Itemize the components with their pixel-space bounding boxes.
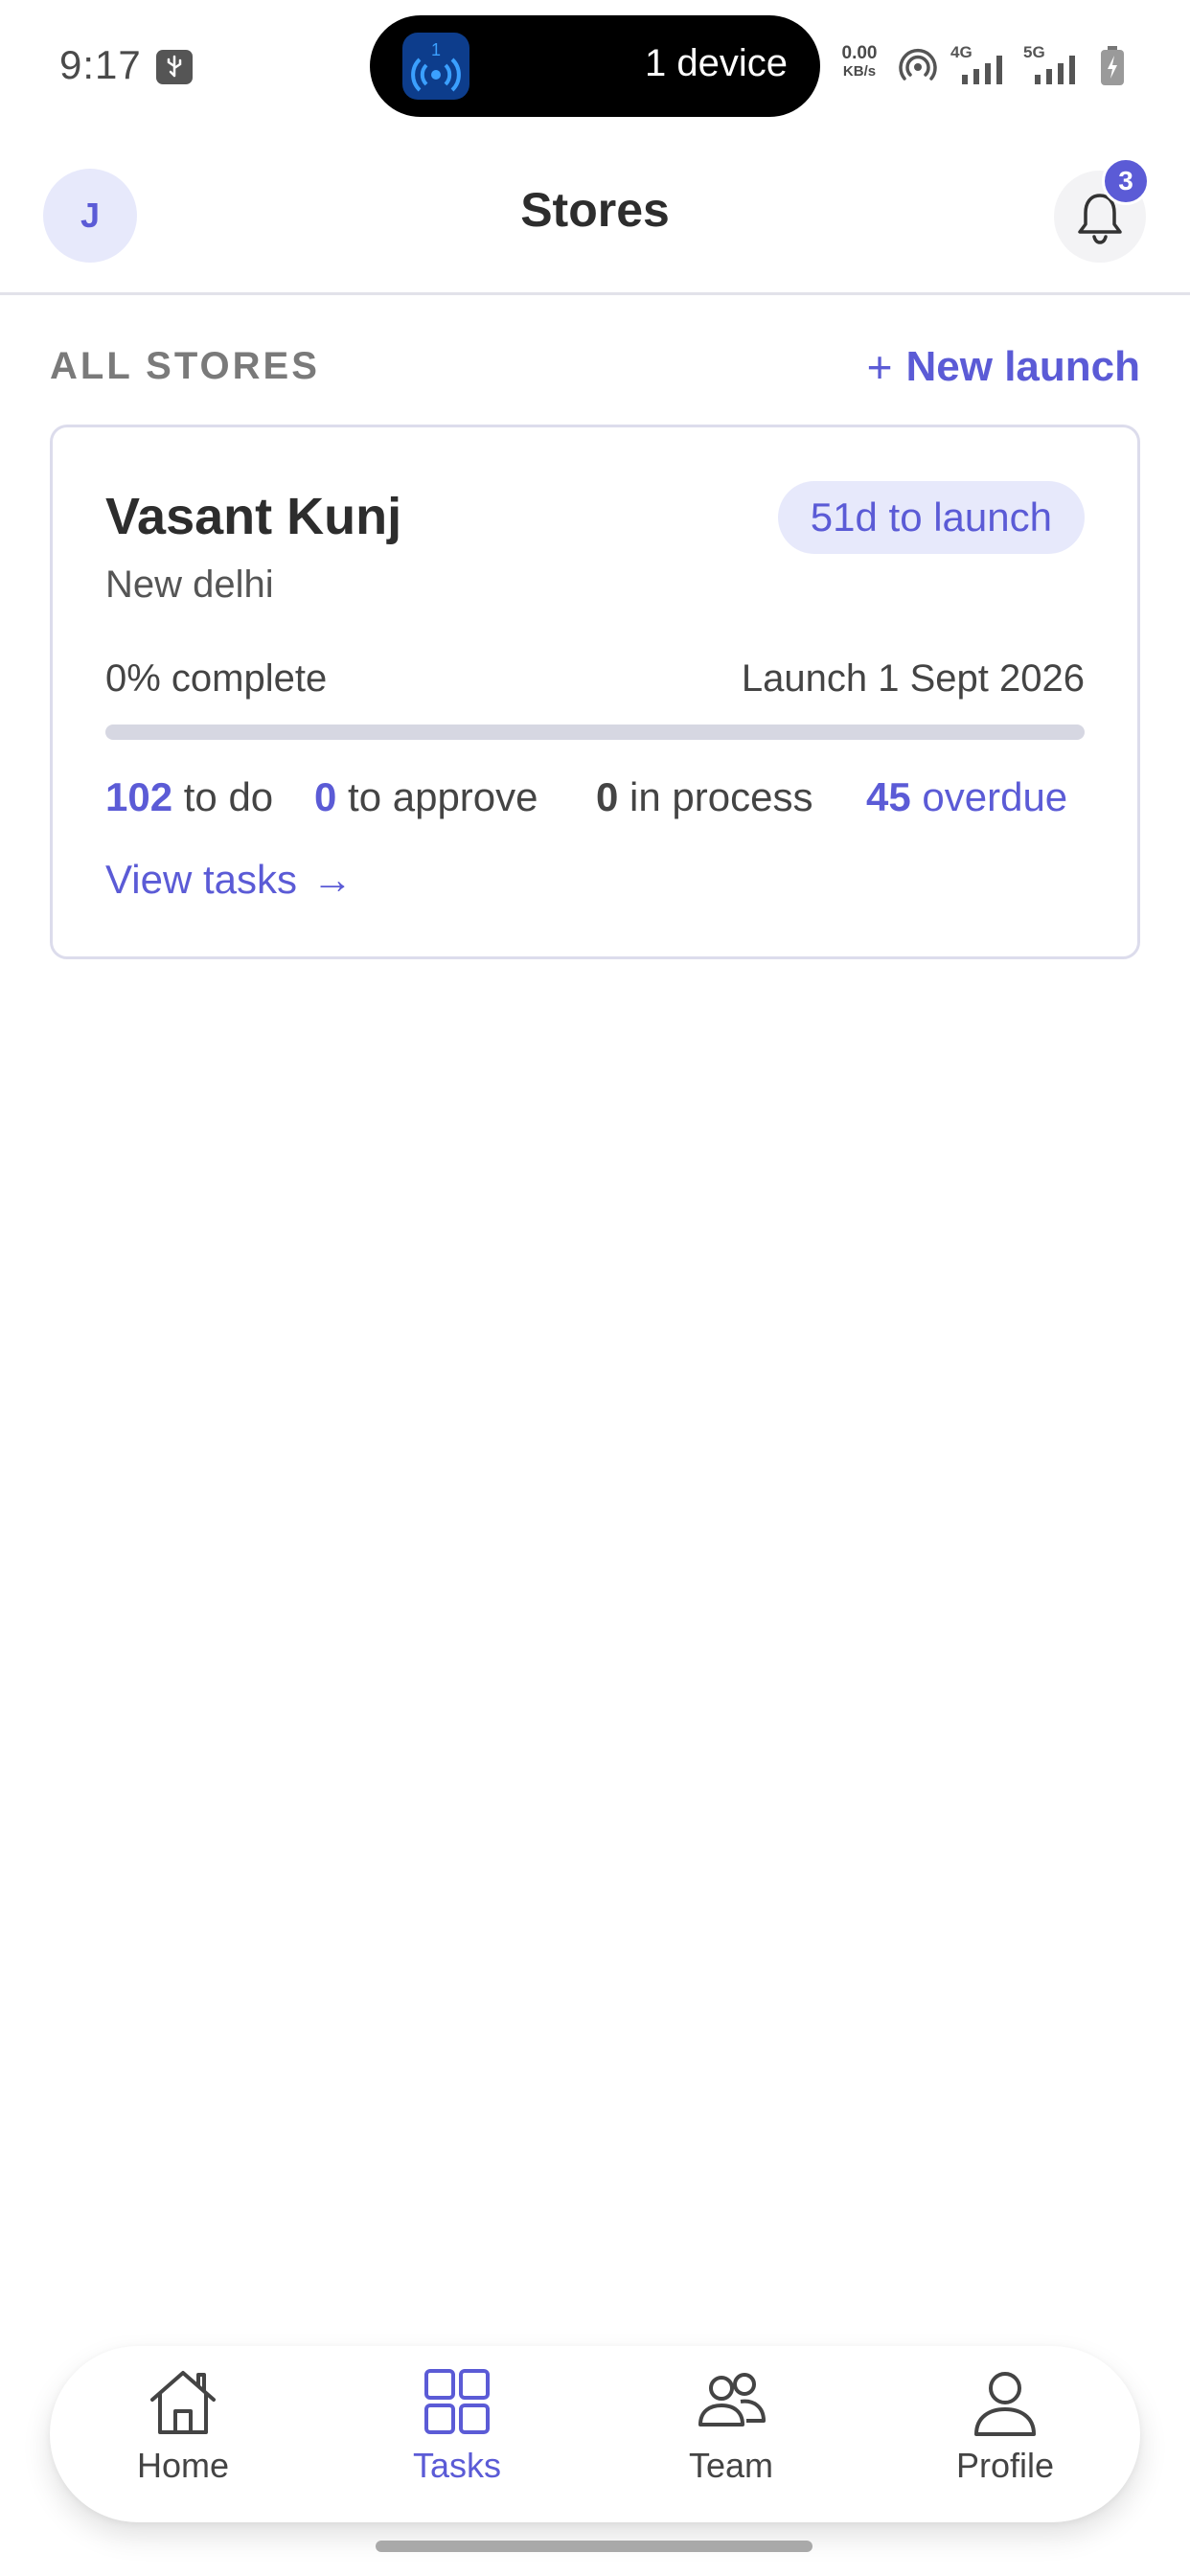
network-2-label: 5G	[1023, 43, 1045, 61]
page-title: Stores	[520, 183, 670, 237]
todo-label: to do	[183, 774, 274, 819]
launch-date: Launch 1 Sept 2026	[741, 657, 1085, 700]
new-launch-label: New launch	[905, 343, 1141, 390]
status-bar: 9:17 1 1 device 0.00 KB/s 4G 5G	[0, 0, 1190, 134]
plus-icon: +	[866, 342, 893, 392]
battery-icon	[1101, 46, 1124, 85]
nav-profile-label: Profile	[955, 2446, 1055, 2485]
usb-icon	[156, 50, 193, 84]
view-tasks-link[interactable]: View tasks →	[105, 857, 353, 903]
island-text: 1 device	[645, 42, 788, 84]
nav-home-label: Home	[136, 2446, 230, 2485]
status-icons: 0.00 KB/s 4G 5G	[835, 38, 1133, 96]
app-header: J Stores 3	[0, 153, 1190, 295]
dynamic-island[interactable]: 1 1 device	[370, 15, 820, 117]
team-icon	[698, 2373, 766, 2426]
signal-5g-icon: 5G	[1023, 43, 1075, 84]
home-icon	[150, 2371, 216, 2434]
nav-team-label: Team	[688, 2446, 774, 2485]
store-card[interactable]: Vasant Kunj 51d to launch New delhi 0% c…	[50, 425, 1140, 959]
overdue-count: 45	[866, 774, 911, 819]
hotspot-icon	[899, 49, 937, 80]
notification-badge: 3	[1102, 157, 1150, 205]
signal-4g-icon: 4G	[950, 43, 1002, 84]
approve-count: 0	[314, 774, 337, 819]
status-time: 9:17	[59, 42, 142, 87]
profile-icon	[974, 2372, 1036, 2436]
launch-countdown-badge: 51d to launch	[777, 481, 1085, 554]
stat-approve: 0 to approve	[314, 774, 538, 820]
nav-home[interactable]: Home	[87, 2365, 279, 2509]
network-1-label: 4G	[950, 43, 973, 61]
nav-tasks-label: Tasks	[412, 2446, 502, 2485]
stores-screen: 9:17 1 1 device 0.00 KB/s 4G 5G J Stores…	[0, 0, 1190, 2576]
nav-tasks[interactable]: Tasks	[361, 2365, 553, 2509]
store-name: Vasant Kunj	[105, 488, 402, 545]
process-label: in process	[629, 774, 813, 819]
grid-icon	[424, 2369, 490, 2434]
broadcast-app-icon: 1	[402, 33, 469, 100]
approve-label: to approve	[348, 774, 538, 819]
stat-process: 0 in process	[596, 774, 812, 820]
bottom-nav: Home Tasks Team Profile	[50, 2346, 1140, 2522]
todo-count: 102	[105, 774, 173, 819]
overdue-label: overdue	[922, 774, 1068, 819]
store-city: New delhi	[105, 564, 274, 606]
new-launch-button[interactable]: + New launch	[867, 341, 1140, 393]
percent-complete: 0% complete	[105, 657, 328, 700]
network-speed: 0.00 KB/s	[835, 44, 883, 79]
view-tasks-label: View tasks	[105, 857, 297, 902]
process-count: 0	[596, 774, 619, 819]
arrow-right-icon: →	[311, 857, 353, 902]
section-label: ALL STORES	[50, 345, 320, 387]
progress-bar	[105, 724, 1085, 740]
home-indicator[interactable]	[376, 2541, 812, 2552]
nav-team[interactable]: Team	[635, 2365, 827, 2509]
island-badge: 1	[431, 40, 441, 59]
stat-overdue: 45 overdue	[866, 774, 1067, 820]
stat-todo: 102 to do	[105, 774, 273, 820]
speed-value: 0.00	[841, 43, 878, 63]
nav-profile[interactable]: Profile	[909, 2365, 1101, 2509]
speed-unit: KB/s	[842, 63, 877, 80]
